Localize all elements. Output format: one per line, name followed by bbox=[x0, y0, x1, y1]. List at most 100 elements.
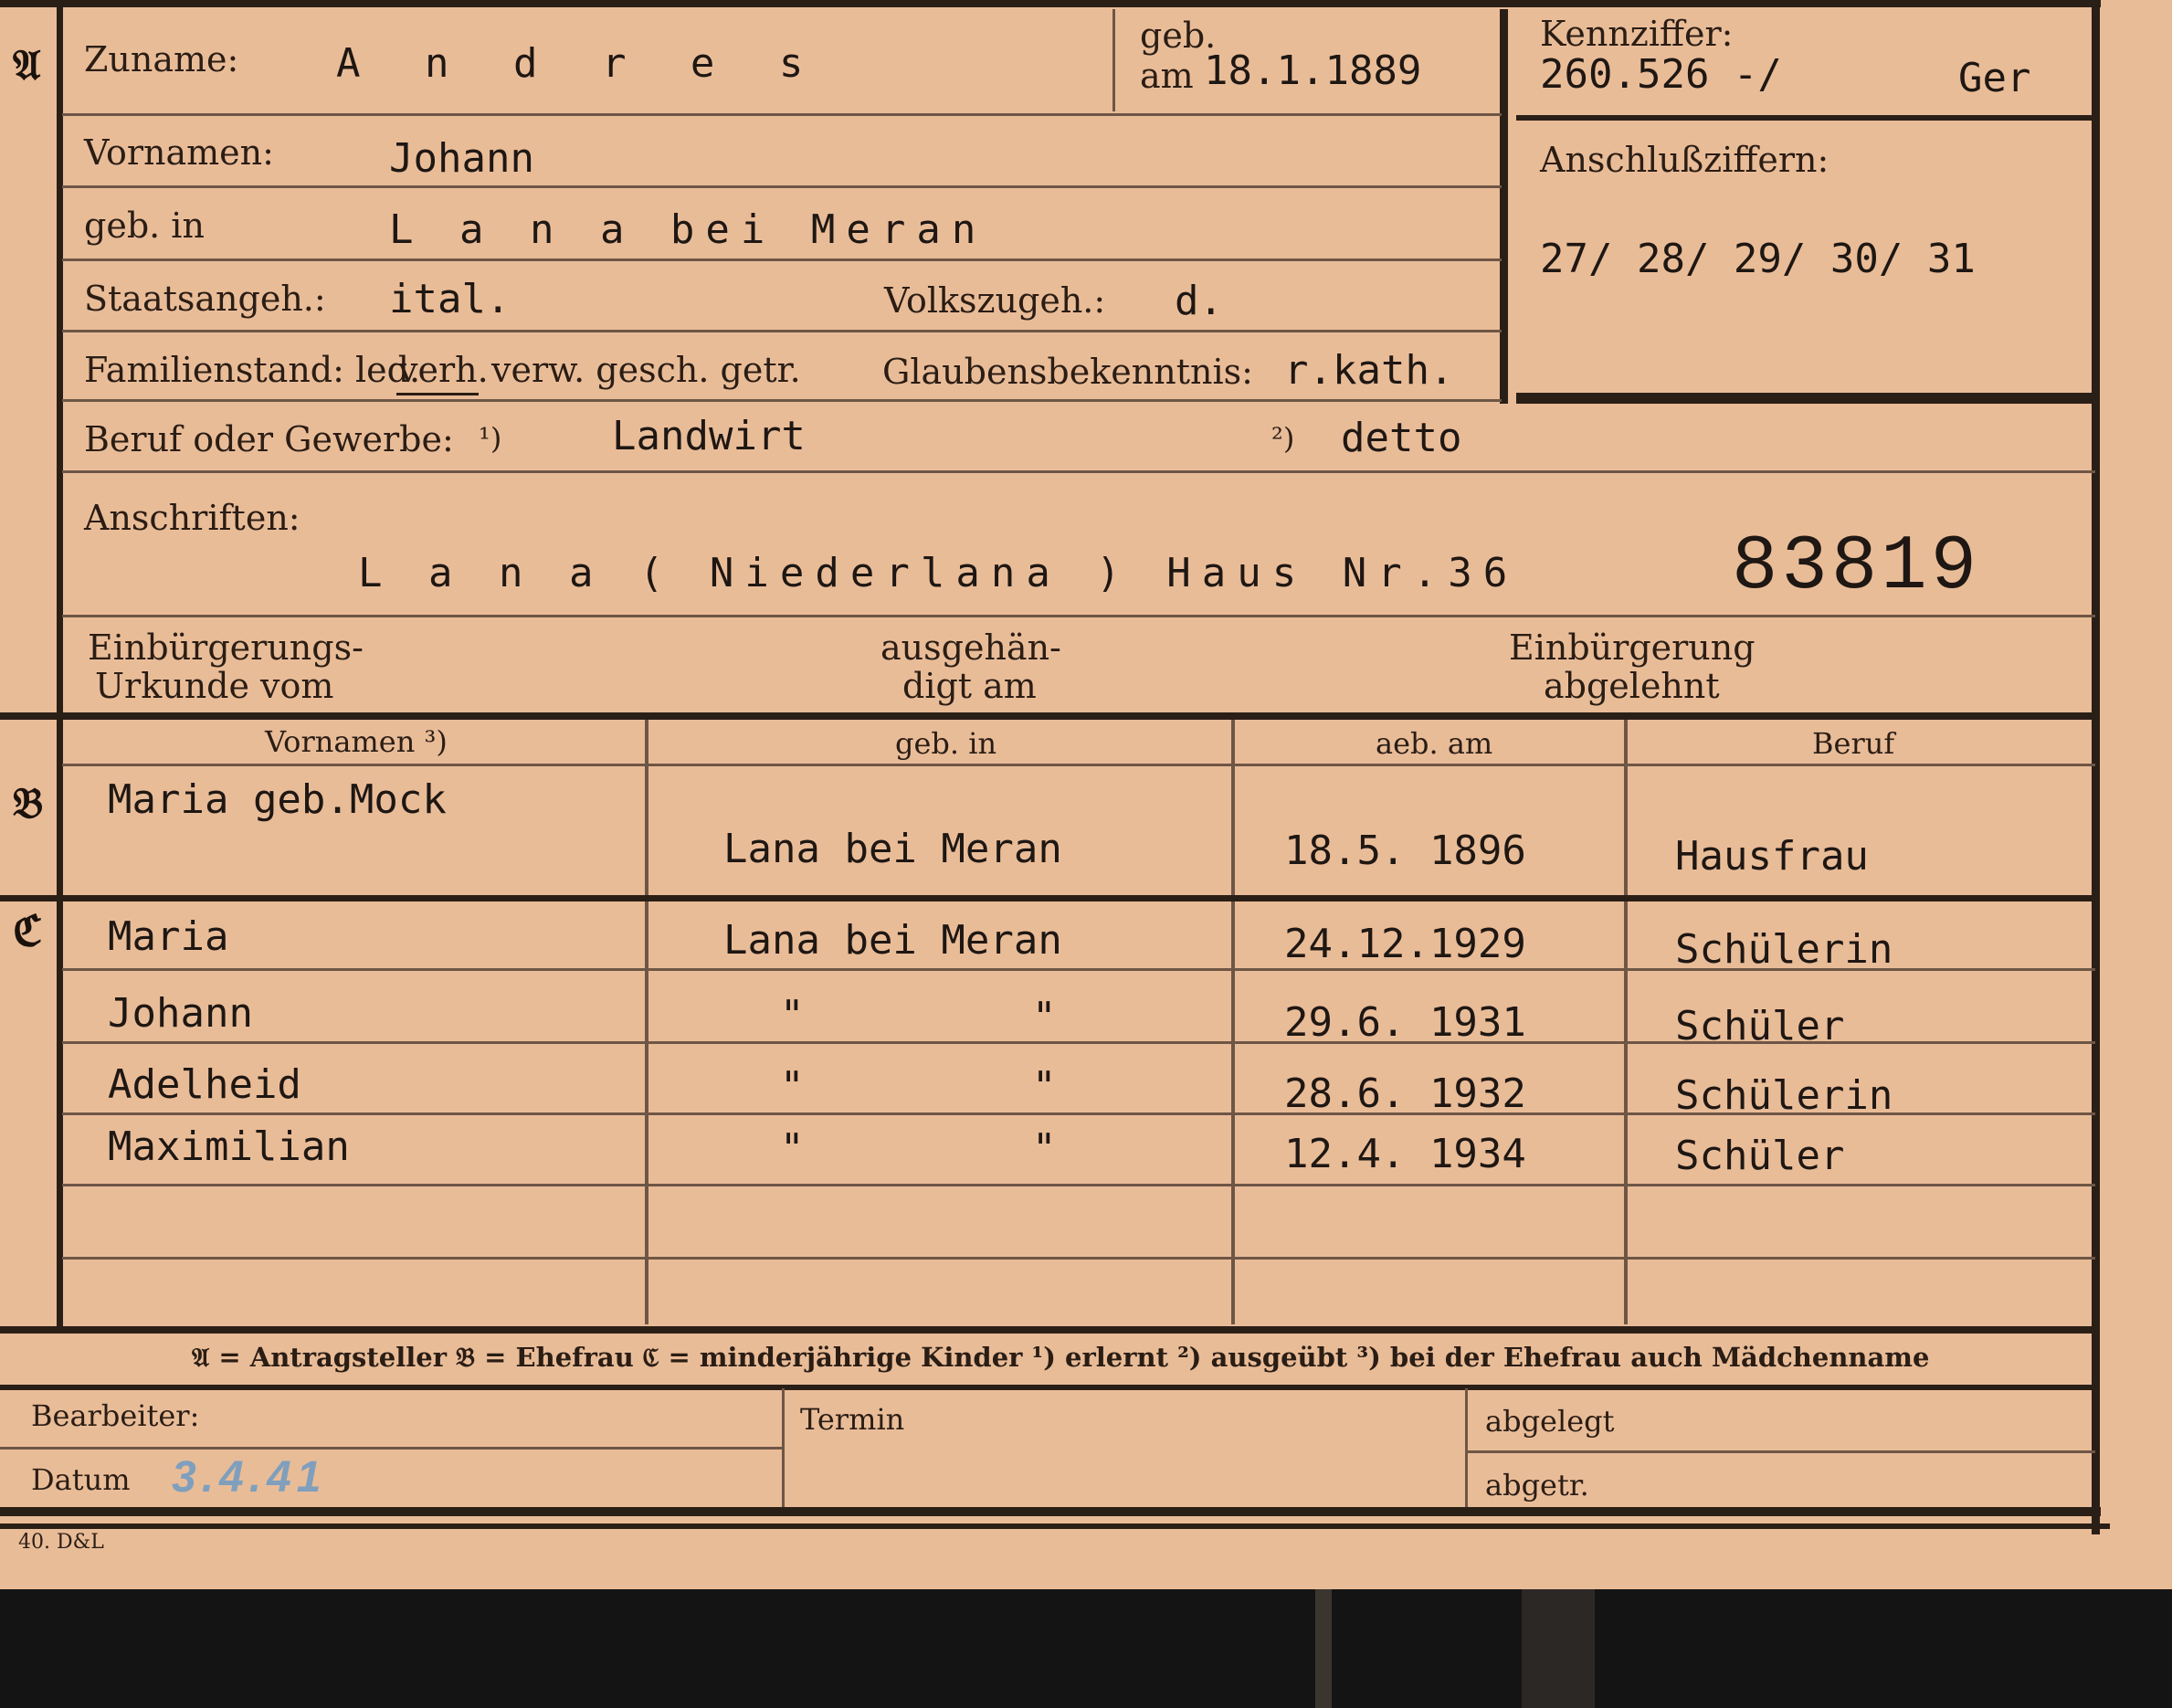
anschlussziffern-value: 27/ 28/ 29/ 30/ 31 bbox=[1540, 236, 1976, 282]
stamp-number: 83819 bbox=[1732, 524, 1981, 611]
vornamen-label: Vornamen: bbox=[84, 132, 274, 173]
child-geb-in-ditto: " bbox=[1032, 1125, 1057, 1172]
section-letter-b: 𝔅 bbox=[13, 778, 44, 828]
geb-in-label: geb. in bbox=[84, 206, 205, 246]
geb-am-label: am bbox=[1140, 56, 1194, 96]
anschrift-value: L a n a ( Niederlana ) Haus Nr.36 bbox=[358, 550, 1519, 596]
spouse-geb-in: Lana bei Meran bbox=[723, 826, 1062, 872]
volkszugehoerigkeit-label: Volkszugeh.: bbox=[884, 280, 1106, 321]
beruf-value: Landwirt bbox=[612, 413, 806, 459]
datum-value: 3.4.41 bbox=[172, 1453, 327, 1502]
divider bbox=[62, 258, 1502, 261]
child-beruf: Schülerin bbox=[1675, 926, 1893, 973]
familienstand-underline bbox=[396, 393, 479, 395]
staatsangehoerigkeit-value: ital. bbox=[389, 276, 511, 322]
child-beruf: Schülerin bbox=[1675, 1072, 1893, 1119]
divider bbox=[1516, 115, 2095, 121]
col-header-geb-am: aeb. am bbox=[1376, 726, 1493, 761]
child-geb-in-ditto: " bbox=[780, 1063, 805, 1110]
abgetr-label: abgetr. bbox=[1485, 1468, 1589, 1502]
familienstand-options: verw. gesch. getr. bbox=[491, 350, 801, 390]
divider bbox=[62, 399, 1502, 402]
section-letter-c: ℭ bbox=[13, 906, 43, 955]
divider bbox=[1467, 1450, 2095, 1453]
zuname-label: Zuname: bbox=[84, 39, 239, 79]
divider bbox=[1112, 9, 1115, 111]
bottom-border-line bbox=[0, 1507, 2101, 1516]
child-geb-in: Lana bei Meran bbox=[723, 917, 1062, 964]
anschlussziffern-label: Anschlußziffern: bbox=[1540, 140, 1829, 180]
child-geb-am: 28.6. 1932 bbox=[1284, 1070, 1526, 1117]
scan-background bbox=[0, 1589, 2172, 1708]
termin-label: Termin bbox=[800, 1402, 905, 1437]
divider bbox=[1624, 720, 1628, 1324]
bearbeiter-label: Bearbeiter: bbox=[31, 1398, 200, 1433]
child-geb-am: 29.6. 1931 bbox=[1284, 999, 1526, 1046]
beruf-ausgeuebt-value: detto bbox=[1341, 415, 1462, 461]
familienstand-label: Familienstand: led. bbox=[84, 350, 421, 390]
section-letter-a: 𝔄 bbox=[13, 40, 41, 90]
child-vornamen: Johann bbox=[108, 990, 253, 1037]
spouse-beruf: Hausfrau bbox=[1675, 833, 1869, 880]
print-mark: 40. D&L bbox=[18, 1531, 104, 1554]
divider bbox=[62, 185, 1502, 188]
anschriften-label: Anschriften: bbox=[84, 498, 300, 538]
divider bbox=[62, 615, 2095, 617]
divider bbox=[0, 1385, 2095, 1390]
divider bbox=[1516, 393, 2095, 404]
vornamen-value: Johann bbox=[389, 135, 534, 182]
ausgehaendigt-label: digt am bbox=[902, 666, 1037, 706]
geb-in-value: L a n a bei Meran bbox=[389, 206, 987, 253]
index-card: 𝔄 𝔅 ℭ Zuname: A n d r e s geb. am 18.1.1… bbox=[0, 0, 2172, 1589]
einbuergerung-urkunde-label: Urkunde vom bbox=[95, 666, 334, 706]
divider bbox=[62, 470, 2095, 473]
geb-am-value: 18.1.1889 bbox=[1204, 47, 1422, 94]
child-beruf: Schüler bbox=[1675, 1133, 1845, 1179]
divider bbox=[62, 764, 2095, 766]
child-vornamen: Adelheid bbox=[108, 1061, 301, 1108]
spouse-vornamen: Maria geb.Mock bbox=[108, 776, 447, 823]
datum-label: Datum bbox=[31, 1462, 131, 1497]
section-divider bbox=[0, 712, 2095, 720]
col-header-beruf: Beruf bbox=[1812, 726, 1895, 761]
child-geb-am: 12.4. 1934 bbox=[1284, 1131, 1526, 1177]
abgelegt-label: abgelegt bbox=[1485, 1404, 1615, 1439]
kennziffer-value: 260.526 -/ bbox=[1540, 51, 1782, 98]
child-geb-am: 24.12.1929 bbox=[1284, 921, 1526, 967]
col-header-vornamen: Vornamen ³) bbox=[265, 724, 448, 759]
kennziffer-suffix: Ger bbox=[1958, 55, 2031, 101]
section-divider bbox=[0, 1326, 2095, 1334]
divider bbox=[645, 720, 648, 1324]
divider bbox=[1500, 9, 1508, 404]
scan-artifact bbox=[1522, 1589, 1595, 1708]
beruf-label: Beruf oder Gewerbe: bbox=[84, 419, 454, 459]
staatsangehoerigkeit-label: Staatsangeh.: bbox=[84, 279, 326, 319]
zuname-value: A n d r e s bbox=[336, 40, 824, 87]
divider bbox=[62, 330, 1502, 332]
volkszugehoerigkeit-value: d. bbox=[1175, 278, 1223, 324]
section-divider bbox=[0, 895, 2095, 901]
spouse-geb-am: 18.5. 1896 bbox=[1284, 828, 1526, 874]
child-geb-in-ditto: " bbox=[780, 992, 805, 1039]
beruf-footnote-2: ²) bbox=[1271, 421, 1295, 456]
divider bbox=[1465, 1388, 1468, 1507]
right-border-line bbox=[2092, 0, 2100, 1534]
col-header-geb-in: geb. in bbox=[895, 726, 997, 761]
child-geb-in-ditto: " bbox=[780, 1125, 805, 1172]
ausgehaendigt-label: ausgehän- bbox=[880, 627, 1061, 668]
einbuergerung-urkunde-label: Einbürgerungs- bbox=[88, 627, 364, 668]
einbuergerung-abgelehnt-label: Einbürgerung bbox=[1509, 627, 1756, 668]
familienstand-verheiratet: verh. bbox=[398, 350, 489, 390]
glaubensbekenntnis-label: Glaubensbekenntnis: bbox=[882, 352, 1253, 392]
child-vornamen: Maria bbox=[108, 913, 229, 960]
scan-artifact bbox=[1315, 1589, 1332, 1708]
left-margin-line bbox=[57, 0, 63, 1332]
divider bbox=[62, 1257, 2095, 1260]
beruf-footnote-1: ¹) bbox=[479, 421, 502, 456]
child-geb-in-ditto: " bbox=[1032, 994, 1057, 1040]
divider bbox=[62, 1184, 2095, 1186]
child-beruf: Schüler bbox=[1675, 1003, 1845, 1049]
divider bbox=[782, 1388, 785, 1507]
top-border-line bbox=[0, 0, 2101, 7]
kennziffer-label: Kennziffer: bbox=[1540, 14, 1734, 54]
